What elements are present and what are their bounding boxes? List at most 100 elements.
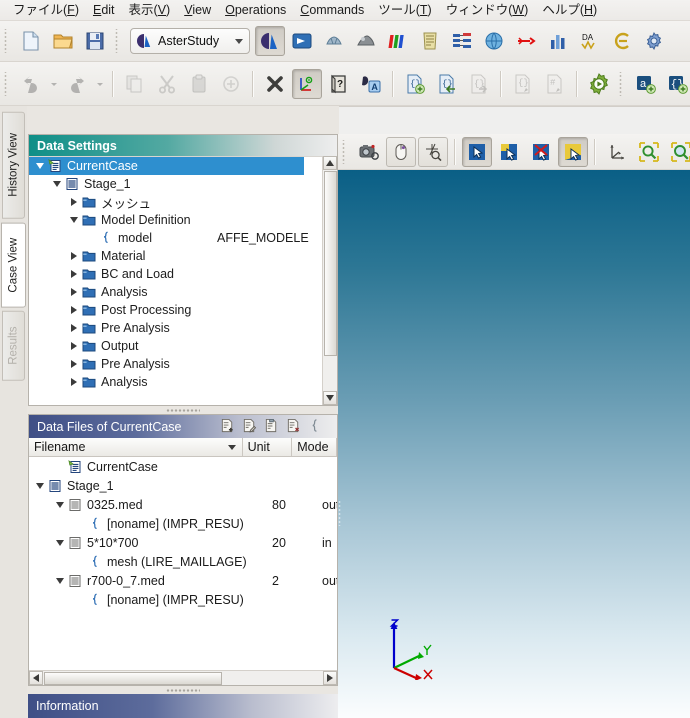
delete-cross-icon[interactable] <box>260 69 290 99</box>
chevron-down-icon[interactable] <box>53 539 66 546</box>
projection-mode-icon[interactable] <box>418 136 448 167</box>
selection-rectangle-icon[interactable] <box>494 137 524 167</box>
save-floppy-icon[interactable] <box>80 26 110 56</box>
tree-row[interactable]: Post Processing <box>29 301 337 319</box>
run-case-icon[interactable] <box>584 69 614 99</box>
chevron-right-icon[interactable] <box>67 270 80 278</box>
sort-caret-icon[interactable] <box>227 445 236 450</box>
geometry-icon[interactable] <box>351 26 381 56</box>
new-document-icon[interactable] <box>16 26 46 56</box>
import-stage-icon[interactable]: {} <box>432 69 462 99</box>
view-tab-case-view[interactable]: Case View <box>1 222 26 308</box>
paravis-icon[interactable] <box>287 26 317 56</box>
tree-row[interactable]: Material <box>29 247 337 265</box>
tree-row[interactable]: Stage_1 <box>29 175 337 193</box>
data-settings-tree[interactable]: CurrentCase Stage_1 メッシュ Model Definition mo… <box>29 156 337 405</box>
add-stage-icon[interactable]: {} <box>400 69 430 99</box>
tree-row[interactable]: Pre Analysis <box>29 355 337 373</box>
preferences-gear-icon[interactable] <box>639 26 669 56</box>
table-row[interactable]: 0325.med 80 out <box>29 495 337 514</box>
tree-row[interactable]: Model Definition <box>29 211 337 229</box>
fit-all-zoom-icon[interactable] <box>634 137 664 167</box>
tree-row[interactable]: BC and Load <box>29 265 337 283</box>
view-file-icon[interactable] <box>264 418 279 436</box>
column-header-filename[interactable]: Filename <box>29 438 243 456</box>
viewport-grip[interactable] <box>338 500 344 526</box>
open-folder-icon[interactable] <box>48 26 78 56</box>
stage-text-icon[interactable]: {} <box>508 69 538 99</box>
chevron-down-icon[interactable] <box>33 163 46 169</box>
eficas-icon[interactable] <box>607 26 637 56</box>
chevron-down-icon[interactable] <box>53 577 66 584</box>
chevron-right-icon[interactable] <box>67 288 80 296</box>
toolbar-grip[interactable] <box>3 29 12 53</box>
show-axes-icon[interactable] <box>292 68 322 99</box>
menu-item-7[interactable]: ウィンドウ(W) <box>439 1 536 20</box>
add-variable-icon[interactable]: a <box>631 69 661 99</box>
tree-row[interactable]: CurrentCase <box>29 157 304 175</box>
menu-item-2[interactable]: 表示(V) <box>122 1 178 20</box>
selection-polygon-icon[interactable] <box>558 136 588 167</box>
chevron-right-icon[interactable] <box>67 306 80 314</box>
copy-icon[interactable] <box>120 69 150 99</box>
menu-item-8[interactable]: ヘルプ(H) <box>535 1 604 20</box>
edit-toolbar-grip[interactable] <box>3 71 12 96</box>
menu-item-0[interactable]: ファイル(F) <box>6 1 86 20</box>
cut-scissors-icon[interactable] <box>152 69 182 99</box>
undo-icon[interactable] <box>16 69 46 99</box>
tree-row[interactable]: Analysis <box>29 373 337 391</box>
calculator-icon[interactable] <box>415 26 445 56</box>
scroll-left-arrow-icon[interactable] <box>29 671 43 685</box>
table-row[interactable]: [noname] (IMPR_RESU) <box>29 590 337 609</box>
add-command-icon[interactable]: {} <box>663 69 690 99</box>
asterstudy-module-icon[interactable] <box>255 26 285 56</box>
scroll-down-arrow-icon[interactable] <box>323 391 337 405</box>
column-header-mode[interactable]: Mode <box>292 438 337 456</box>
edit-toolbar-grip-2[interactable] <box>618 71 627 96</box>
toolbar-grip-modules[interactable] <box>114 29 123 53</box>
chevron-right-icon[interactable] <box>67 360 80 368</box>
redo-icon[interactable] <box>62 69 92 99</box>
panel-splitter[interactable] <box>28 406 338 414</box>
fit-area-zoom-icon[interactable] <box>666 137 690 167</box>
chevron-down-icon[interactable] <box>53 501 66 508</box>
remove-file-icon[interactable] <box>286 418 301 436</box>
data-files-column-headers[interactable]: Filename Unit Mode <box>29 438 337 457</box>
table-row[interactable]: 5*10*700 20 in <box>29 533 337 552</box>
curve-plot-icon[interactable]: DA <box>575 26 605 56</box>
tree-row[interactable]: model AFFE_MODELE <box>29 229 337 247</box>
tree-row[interactable]: Analysis <box>29 283 337 301</box>
tree-row[interactable]: メッシュ <box>29 193 337 211</box>
info-splitter[interactable] <box>28 686 338 694</box>
add-file-icon[interactable] <box>220 418 235 436</box>
stage-hash-icon[interactable]: # <box>540 69 570 99</box>
chart-bars-icon[interactable] <box>543 26 573 56</box>
menu-item-6[interactable]: ツール(T) <box>371 1 438 20</box>
chevron-right-icon[interactable] <box>67 342 80 350</box>
view-tab-history-view[interactable]: History View <box>2 112 25 219</box>
chevron-right-icon[interactable] <box>67 378 80 386</box>
data-files-hscrollbar[interactable] <box>29 670 337 685</box>
3d-viewport[interactable] <box>338 170 690 718</box>
help-book-icon[interactable]: ? <box>324 69 354 99</box>
chevron-right-icon[interactable] <box>67 252 80 260</box>
module-selector[interactable]: AsterStudy <box>130 28 250 54</box>
paste-clipboard-icon[interactable] <box>184 69 214 99</box>
data-settings-vscrollbar[interactable] <box>322 156 337 405</box>
scroll-up-arrow-icon[interactable] <box>323 156 337 170</box>
mouse-style-icon[interactable] <box>386 136 416 167</box>
show-trihedron-icon[interactable] <box>602 137 632 167</box>
tree-row[interactable]: Output <box>29 337 337 355</box>
menu-item-4[interactable]: Operations <box>218 1 293 20</box>
table-row[interactable]: [noname] (IMPR_RESU) <box>29 514 337 533</box>
column-header-unit[interactable]: Unit <box>243 438 293 456</box>
tree-row[interactable]: Pre Analysis <box>29 319 337 337</box>
viewer-toolbar-grip[interactable] <box>341 139 350 164</box>
chevron-down-icon[interactable] <box>67 217 80 223</box>
yacs-schema-icon[interactable] <box>447 26 477 56</box>
scroll-thumb[interactable] <box>324 171 337 356</box>
menu-item-1[interactable]: Edit <box>86 1 122 20</box>
table-row[interactable]: r700-0_7.med 2 out <box>29 571 337 590</box>
scroll-right-arrow-icon[interactable] <box>323 671 337 685</box>
export-stage-icon[interactable]: {} <box>464 69 494 99</box>
